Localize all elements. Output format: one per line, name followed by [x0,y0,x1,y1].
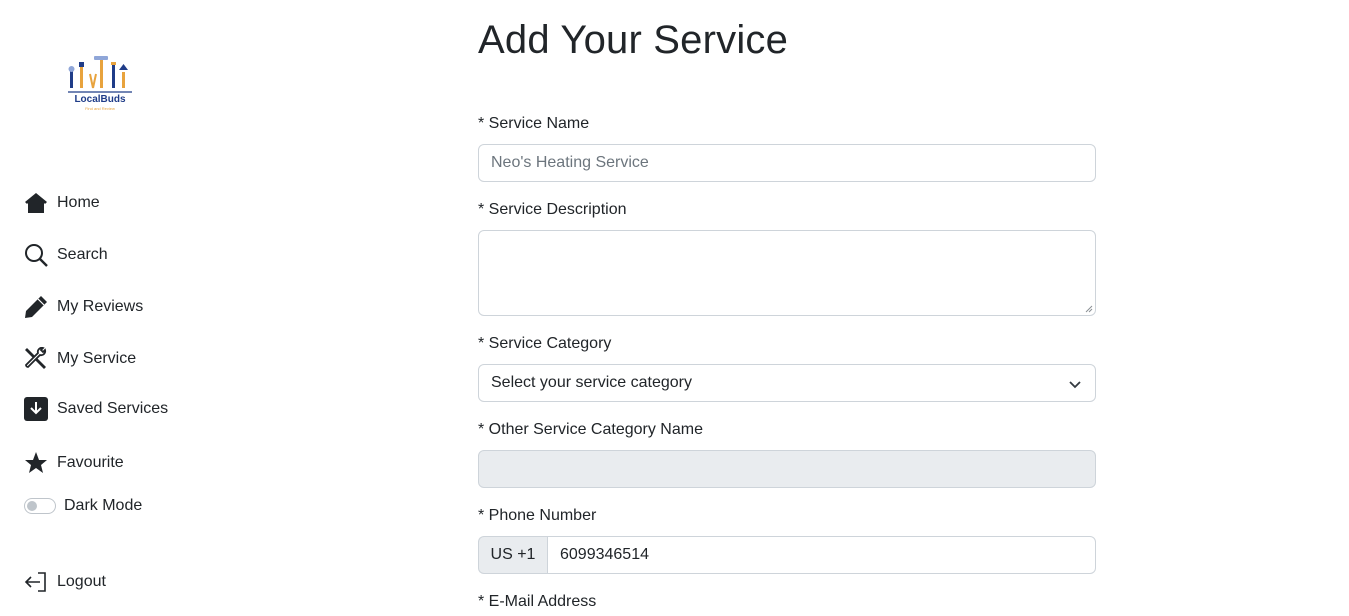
sidebar-item-my-reviews[interactable]: My Reviews [24,295,143,319]
logout-label: Logout [57,573,106,590]
sidebar-item-label: My Reviews [57,298,144,315]
chevron-down-icon [1069,381,1081,389]
page-title: Add Your Service [478,18,789,62]
sidebar-item-label: Favourite [57,454,124,471]
phone-number-group: US +1 6099346514 [478,536,1096,574]
sidebar-item-label: Search [57,246,108,263]
download-box-icon [24,397,48,421]
phone-number-label: * Phone Number [478,507,597,524]
star-icon [24,451,48,475]
phone-country-prefix: US +1 [478,536,547,574]
logout-button[interactable]: Logout [24,570,106,594]
sidebar: LocalBuds Find and Review Home Search My… [0,0,230,616]
sidebar-item-search[interactable]: Search [24,243,108,267]
dark-mode-toggle[interactable] [24,498,56,514]
resize-grip-icon[interactable] [1085,305,1093,313]
phone-number-input[interactable]: 6099346514 [547,536,1096,574]
phone-number-value: 6099346514 [560,546,649,563]
localbuds-logo[interactable]: LocalBuds Find and Review [62,52,138,114]
tools-icon [24,346,48,371]
tools-logo-icon [68,56,132,93]
house-icon [24,191,48,215]
sidebar-item-favourite[interactable]: Favourite [24,451,124,475]
sidebar-item-my-service[interactable]: My Service [24,346,137,371]
logo-tagline: Find and Review [85,106,115,111]
service-name-label: * Service Name [478,115,590,132]
service-name-placeholder: Neo's Heating Service [491,154,649,171]
sidebar-item-label: Home [57,194,100,211]
logo-wordmark: LocalBuds [74,94,126,105]
logout-icon [24,570,48,594]
service-description-textarea[interactable] [478,230,1096,316]
dark-mode-row: Dark Mode [24,497,142,515]
service-category-label: * Service Category [478,335,612,352]
other-category-label: * Other Service Category Name [478,421,703,438]
service-description-label: * Service Description [478,201,627,218]
service-name-input[interactable]: Neo's Heating Service [478,144,1096,182]
pencil-icon [24,295,48,319]
service-category-select[interactable]: Select your service category [478,364,1096,402]
other-category-input[interactable] [478,450,1096,488]
search-icon [24,243,48,267]
sidebar-item-label: My Service [57,350,137,367]
dark-mode-label: Dark Mode [64,497,143,514]
service-category-selected: Select your service category [491,374,692,391]
sidebar-item-home[interactable]: Home [24,191,100,215]
sidebar-item-label: Saved Services [57,400,169,417]
email-label: * E-Mail Address [478,593,597,610]
sidebar-item-saved-services[interactable]: Saved Services [24,397,168,421]
